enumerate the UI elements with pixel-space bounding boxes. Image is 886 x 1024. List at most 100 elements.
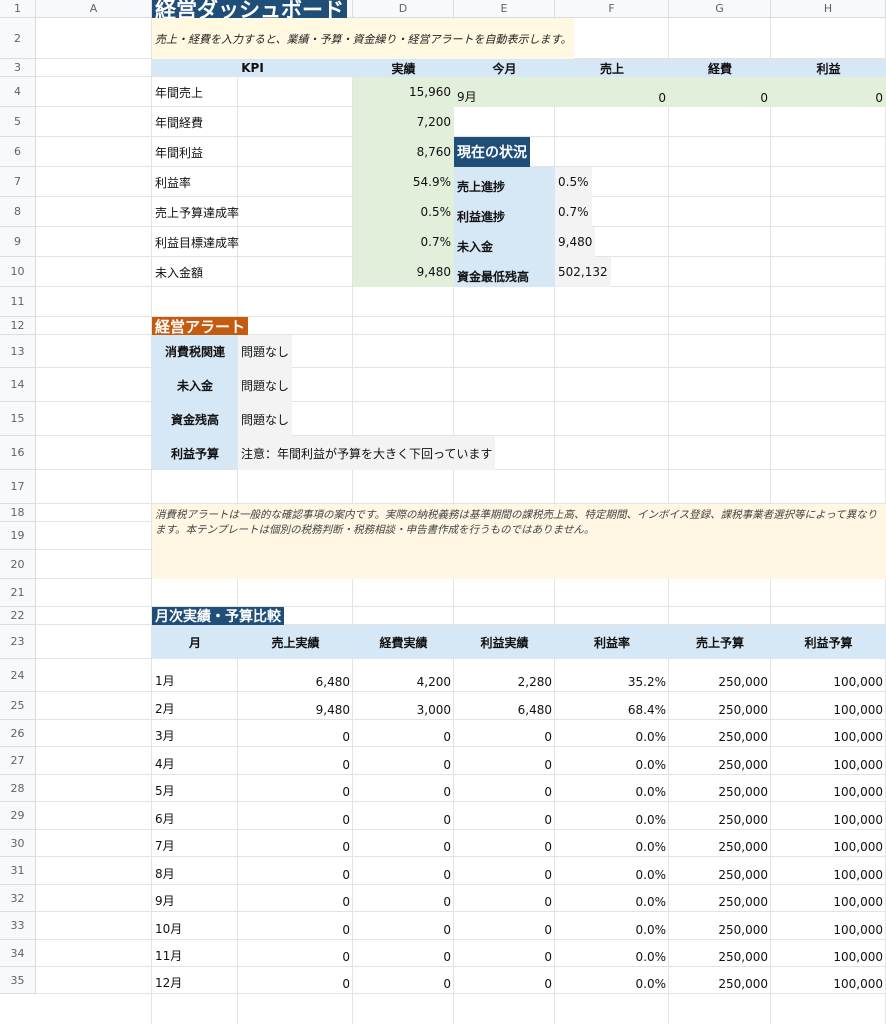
column-header-e[interactable]: E — [454, 0, 555, 18]
monthly-value[interactable]: 0.0% — [555, 912, 669, 940]
monthly-column-header[interactable]: 月 — [152, 625, 238, 659]
monthly-value[interactable]: 250,000 — [669, 857, 771, 885]
this-month-header[interactable]: 経費 — [669, 59, 771, 77]
row-header-18[interactable]: 18 — [0, 504, 36, 522]
monthly-value[interactable]: 0 — [454, 830, 555, 857]
month-label[interactable]: 4月 — [152, 747, 238, 775]
monthly-value[interactable]: 250,000 — [669, 720, 771, 747]
monthly-value[interactable]: 100,000 — [771, 940, 886, 967]
row-header-16[interactable]: 16 — [0, 436, 36, 470]
month-label[interactable]: 1月 — [152, 659, 238, 692]
month-label[interactable]: 3月 — [152, 720, 238, 747]
status-value[interactable]: 0.7% — [555, 197, 592, 227]
monthly-value[interactable]: 0 — [353, 720, 454, 747]
month-label[interactable]: 2月 — [152, 692, 238, 720]
monthly-value[interactable]: 0 — [454, 967, 555, 994]
status-value[interactable]: 0.5% — [555, 167, 592, 197]
status-value[interactable]: 9,480 — [555, 227, 596, 257]
kpi-value[interactable]: 8,760 — [353, 137, 454, 167]
alert-label[interactable]: 利益予算 — [152, 436, 238, 470]
monthly-value[interactable]: 0.0% — [555, 802, 669, 830]
monthly-value[interactable]: 0.0% — [555, 775, 669, 802]
monthly-value[interactable]: 0 — [238, 940, 353, 967]
monthly-value[interactable]: 0 — [238, 747, 353, 775]
monthly-value[interactable]: 2,280 — [454, 659, 555, 692]
row-header-10[interactable]: 10 — [0, 257, 36, 287]
monthly-value[interactable]: 6,480 — [454, 692, 555, 720]
status-label[interactable]: 売上進捗 — [454, 167, 555, 197]
row-header-14[interactable]: 14 — [0, 368, 36, 402]
dashboard-subtitle[interactable]: 売上・経費を入力すると、業績・予算・資金繰り・経営アラートを自動表示します。 — [152, 18, 575, 59]
month-label[interactable]: 11月 — [152, 940, 238, 967]
monthly-column-header[interactable]: 利益実績 — [454, 625, 555, 659]
row-header-6[interactable]: 6 — [0, 137, 36, 167]
row-header-1[interactable]: 1 — [0, 0, 36, 18]
monthly-column-header[interactable]: 売上予算 — [669, 625, 771, 659]
monthly-value[interactable]: 100,000 — [771, 659, 886, 692]
row-header-28[interactable]: 28 — [0, 775, 36, 802]
row-header-27[interactable]: 27 — [0, 747, 36, 775]
kpi-value[interactable]: 15,960 — [353, 77, 454, 107]
this-month-value[interactable]: 0 — [669, 77, 771, 107]
alert-label[interactable]: 未入金 — [152, 368, 238, 402]
row-header-4[interactable]: 4 — [0, 77, 36, 107]
kpi-label[interactable]: 年間経費 — [152, 107, 353, 137]
row-header-21[interactable]: 21 — [0, 579, 36, 607]
row-header-8[interactable]: 8 — [0, 197, 36, 227]
monthly-value[interactable]: 100,000 — [771, 912, 886, 940]
monthly-value[interactable]: 250,000 — [669, 802, 771, 830]
monthly-value[interactable]: 100,000 — [771, 692, 886, 720]
month-label[interactable]: 5月 — [152, 775, 238, 802]
tax-disclaimer-note[interactable]: 消費税アラートは一般的な確認事項の案内です。実際の納税義務は基準期間の課税売上高… — [152, 504, 886, 579]
monthly-value[interactable]: 0 — [454, 857, 555, 885]
monthly-value[interactable]: 0 — [353, 967, 454, 994]
monthly-value[interactable]: 0.0% — [555, 857, 669, 885]
monthly-value[interactable]: 250,000 — [669, 885, 771, 912]
row-header-19[interactable]: 19 — [0, 522, 36, 550]
kpi-label[interactable]: 利益目標達成率 — [152, 227, 353, 257]
empty-cell[interactable] — [454, 107, 460, 137]
alert-value[interactable]: 問題なし — [238, 335, 293, 368]
monthly-value[interactable]: 0 — [238, 912, 353, 940]
monthly-header[interactable]: 月次実績・予算比較 — [152, 607, 284, 625]
row-header-25[interactable]: 25 — [0, 692, 36, 720]
monthly-value[interactable]: 0 — [238, 830, 353, 857]
this-month-value[interactable]: 0 — [555, 77, 669, 107]
monthly-column-header[interactable]: 利益予算 — [771, 625, 886, 659]
monthly-value[interactable]: 0 — [454, 940, 555, 967]
alerts-header[interactable]: 経営アラート — [152, 317, 249, 335]
row-header-26[interactable]: 26 — [0, 720, 36, 747]
this-month-value[interactable]: 9月 — [454, 77, 555, 107]
monthly-value[interactable]: 0 — [238, 720, 353, 747]
row-header-9[interactable]: 9 — [0, 227, 36, 257]
column-header-a[interactable]: A — [36, 0, 152, 18]
status-label[interactable]: 未入金 — [454, 227, 555, 257]
kpi-value[interactable]: 0.5% — [353, 197, 454, 227]
row-header-7[interactable]: 7 — [0, 167, 36, 197]
monthly-value[interactable]: 6,480 — [238, 659, 353, 692]
row-header-20[interactable]: 20 — [0, 550, 36, 579]
monthly-value[interactable]: 0 — [238, 885, 353, 912]
month-label[interactable]: 8月 — [152, 857, 238, 885]
row-header-33[interactable]: 33 — [0, 912, 36, 940]
month-label[interactable]: 9月 — [152, 885, 238, 912]
alert-label[interactable]: 資金残高 — [152, 402, 238, 436]
row-header-24[interactable]: 24 — [0, 659, 36, 692]
month-label[interactable]: 7月 — [152, 830, 238, 857]
monthly-value[interactable]: 250,000 — [669, 912, 771, 940]
monthly-value[interactable]: 3,000 — [353, 692, 454, 720]
status-value[interactable]: 502,132 — [555, 257, 611, 287]
row-header-17[interactable]: 17 — [0, 470, 36, 504]
monthly-value[interactable]: 250,000 — [669, 830, 771, 857]
column-header-d[interactable]: D — [353, 0, 454, 18]
monthly-value[interactable]: 0 — [238, 967, 353, 994]
monthly-column-header[interactable]: 利益率 — [555, 625, 669, 659]
alert-label[interactable]: 消費税関連 — [152, 335, 238, 368]
row-header-31[interactable]: 31 — [0, 857, 36, 885]
monthly-value[interactable]: 0.0% — [555, 940, 669, 967]
row-header-29[interactable]: 29 — [0, 802, 36, 830]
monthly-value[interactable]: 0 — [454, 775, 555, 802]
monthly-value[interactable]: 0 — [353, 885, 454, 912]
monthly-value[interactable]: 0.0% — [555, 720, 669, 747]
monthly-value[interactable]: 0.0% — [555, 967, 669, 994]
